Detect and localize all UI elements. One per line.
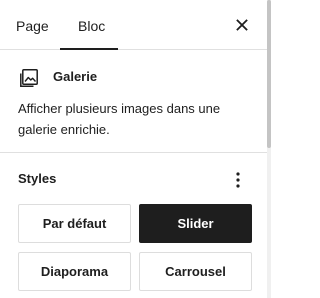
styles-section-title: Styles <box>18 171 57 186</box>
tab-page[interactable]: Page <box>16 0 56 49</box>
style-par-defaut-button[interactable]: Par défaut <box>18 204 131 243</box>
tab-bloc[interactable]: Bloc <box>60 0 118 50</box>
style-slider-button[interactable]: Slider <box>139 204 252 243</box>
block-settings-sidebar: Page Bloc Galerie Afficher plusieurs ima… <box>0 0 271 298</box>
block-description: Afficher plusieurs images dans une galer… <box>18 101 221 137</box>
styles-options-button[interactable] <box>229 170 247 190</box>
block-title: Galerie <box>53 69 98 84</box>
block-card: Galerie Afficher plusieurs images dans u… <box>0 50 267 153</box>
scrollbar-thumb[interactable] <box>267 0 271 148</box>
scrollbar[interactable] <box>267 0 271 298</box>
sidebar-tabs: Page Bloc <box>0 0 267 50</box>
close-button[interactable] <box>231 14 253 36</box>
style-diaporama-button[interactable]: Diaporama <box>18 252 131 291</box>
gallery-icon <box>18 67 40 89</box>
style-carrousel-button[interactable]: Carrousel <box>139 252 252 291</box>
close-icon <box>236 19 248 31</box>
more-vertical-icon <box>236 172 240 188</box>
